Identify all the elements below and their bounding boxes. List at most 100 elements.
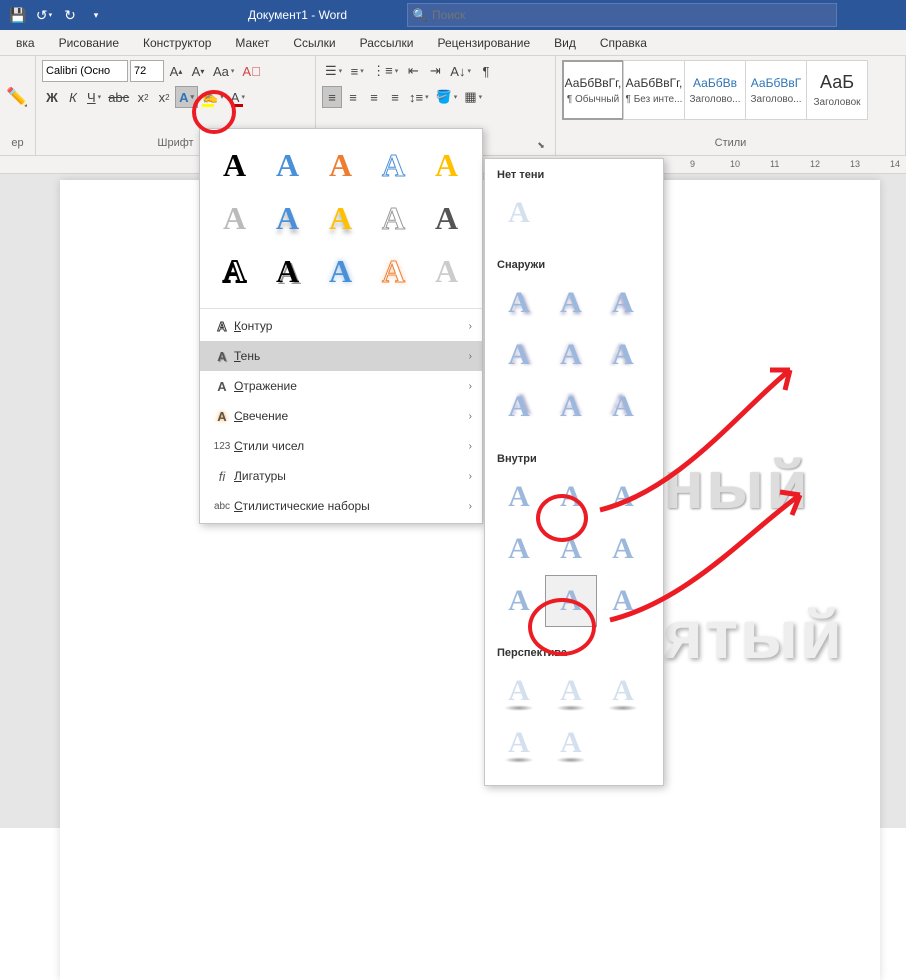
effect-preset[interactable]: A [261,139,314,192]
qat-customize[interactable]: ▾ [84,3,108,27]
shadow-perspective-preset[interactable]: A [545,717,597,769]
shadow-inner-preset[interactable]: A [597,523,649,575]
shadow-outer-preset[interactable]: A [545,329,597,381]
change-case-button[interactable]: Aa [210,60,237,82]
shadow-none[interactable]: A [493,187,545,239]
align-center-button[interactable]: ≡ [343,86,363,108]
shadow-outer-preset[interactable]: A [597,277,649,329]
effect-preset[interactable]: A [420,139,473,192]
effect-preset[interactable]: A [261,245,314,298]
shadow-outer-preset[interactable]: A [493,329,545,381]
fx-ligatures[interactable]: fiЛигатуры› [200,461,482,491]
search-box[interactable]: 🔍 [407,3,837,27]
shading-button[interactable]: 🪣 [433,86,461,108]
save-icon[interactable]: 💾 [6,3,30,27]
shadow-perspective-preset[interactable]: A [493,717,545,769]
effect-preset[interactable]: A [314,139,367,192]
shadow-outer-preset[interactable]: A [545,381,597,433]
effect-preset[interactable]: A [314,245,367,298]
numbering-button[interactable]: ≡ [347,60,367,82]
font-name-combo[interactable]: Calibri (Осно [42,60,128,82]
effect-preset[interactable]: A [367,245,420,298]
increase-indent-button[interactable]: ⇥ [425,60,445,82]
fx-stylistic-sets[interactable]: abcСтилистические наборы› [200,491,482,521]
shadow-inner-preset[interactable]: A [545,471,597,523]
shadow-inner-preset[interactable]: A [493,471,545,523]
shadow-inner-preset[interactable]: A [493,575,545,627]
search-input[interactable] [432,8,836,22]
effect-preset[interactable]: A [420,192,473,245]
italic-button[interactable]: К [63,86,83,108]
text-effects-button[interactable]: A [175,86,198,108]
underline-button[interactable]: Ч [84,86,104,108]
shrink-font-button[interactable]: A▾ [188,60,208,82]
effects-preset-grid: A A A A A A A A A A A A A A A [200,129,482,308]
effect-preset[interactable]: A [208,192,261,245]
grow-font-button[interactable]: A▴ [166,60,186,82]
paragraph-launcher[interactable]: ⬊ [535,137,547,149]
clear-formatting-button[interactable]: A⃠ [239,60,263,82]
shadow-inner-preset[interactable]: A [493,523,545,575]
justify-button[interactable]: ≡ [385,86,405,108]
shadow-inner-preset-selected[interactable]: A [545,575,597,627]
styles-gallery[interactable]: АаБбВвГг,¶ Обычный АаБбВвГг,¶ Без инте..… [562,60,899,135]
tab-layout[interactable]: Макет [223,32,281,54]
effect-preset[interactable]: A [367,192,420,245]
shadow-perspective-preset[interactable]: A [597,665,649,717]
undo-button[interactable]: ↺▾ [32,3,56,27]
align-right-button[interactable]: ≡ [364,86,384,108]
shadow-outer-preset[interactable]: A [597,329,649,381]
effect-preset[interactable]: A [208,245,261,298]
style-heading1[interactable]: АаБбВвЗаголово... [684,60,746,120]
effect-preset[interactable]: A [367,139,420,192]
tab-design[interactable]: Конструктор [131,32,223,54]
shadow-outer-preset[interactable]: A [545,277,597,329]
shadow-inner-preset[interactable]: A [545,523,597,575]
show-marks-button[interactable]: ¶ [476,60,496,82]
shadow-icon: A [210,349,234,364]
strikethrough-button[interactable]: abc [105,86,132,108]
bold-button[interactable]: Ж [42,86,62,108]
fx-outline[interactable]: AКонтур› [200,311,482,341]
tab-draw[interactable]: Рисование [47,32,131,54]
multilevel-button[interactable]: ⋮≡ [369,60,401,82]
borders-button[interactable]: ▦ [461,86,485,108]
tab-insert-partial[interactable]: вка [4,32,47,54]
effect-preset[interactable]: A [420,245,473,298]
effect-preset[interactable]: A [261,192,314,245]
style-normal[interactable]: АаБбВвГг,¶ Обычный [562,60,624,120]
shadow-perspective-preset[interactable]: A [545,665,597,717]
font-color-button[interactable]: A [228,86,248,108]
tab-mailings[interactable]: Рассылки [348,32,426,54]
tab-references[interactable]: Ссылки [281,32,347,54]
shadow-outer-preset[interactable]: A [597,381,649,433]
align-left-button[interactable]: ≡ [322,86,342,108]
fx-shadow[interactable]: AТень› [200,341,482,371]
effect-preset[interactable]: A [208,139,261,192]
shadow-inner-preset[interactable]: A [597,575,649,627]
shadow-outer-preset[interactable]: A [493,277,545,329]
decrease-indent-button[interactable]: ⇤ [403,60,423,82]
format-painter-icon[interactable]: ✏️ [6,87,28,108]
highlight-button[interactable]: ✍ [199,86,227,108]
subscript-button[interactable]: x2 [133,86,153,108]
tab-review[interactable]: Рецензирование [426,32,543,54]
fx-number-styles[interactable]: 123Стили чисел› [200,431,482,461]
style-nospacing[interactable]: АаБбВвГг,¶ Без инте... [623,60,685,120]
fx-reflection[interactable]: AОтражение› [200,371,482,401]
style-title[interactable]: АаБЗаголовок [806,60,868,120]
redo-button[interactable]: ↻ [58,3,82,27]
tab-view[interactable]: Вид [542,32,588,54]
sort-button[interactable]: A↓ [447,60,474,82]
font-size-combo[interactable]: 72 [130,60,164,82]
superscript-button[interactable]: x2 [154,86,174,108]
style-heading2[interactable]: АаБбВвГЗаголово... [745,60,807,120]
bullets-button[interactable]: ☰ [322,60,345,82]
shadow-outer-preset[interactable]: A [493,381,545,433]
shadow-perspective-preset[interactable]: A [493,665,545,717]
tab-help[interactable]: Справка [588,32,659,54]
line-spacing-button[interactable]: ↕≡ [406,86,432,108]
effect-preset[interactable]: A [314,192,367,245]
shadow-inner-preset[interactable]: A [597,471,649,523]
fx-glow[interactable]: AСвечение› [200,401,482,431]
